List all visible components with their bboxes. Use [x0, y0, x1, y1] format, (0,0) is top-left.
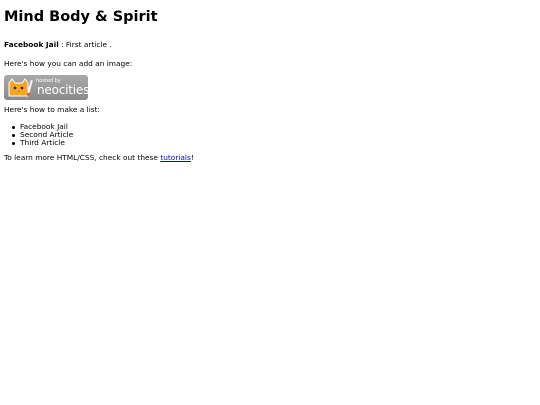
intro-bold-title: Facebook Jail — [4, 40, 59, 49]
image-instruction-text: Here's how you can add an image: — [4, 59, 133, 68]
footer-prefix-text: To learn more HTML/CSS, check out these — [4, 153, 161, 162]
footer-suffix-text: ! — [190, 153, 194, 162]
intro-rest-text: : First article . — [58, 40, 112, 49]
list-instruction-text: Here's how to make a list: — [4, 105, 100, 114]
list-item: Second Article — [12, 131, 536, 139]
footer-paragraph: To learn more HTML/CSS, check out these … — [4, 153, 536, 163]
badge-neocities-text: neocities — [37, 83, 88, 97]
neocities-cat-icon — [8, 78, 33, 97]
page-body: Mind Body & Spirit Facebook Jail : First… — [0, 0, 540, 163]
neocities-badge[interactable]: hosted by neocities — [4, 75, 88, 100]
tutorials-link[interactable]: tutorials — [160, 153, 191, 162]
list-item: Third Article — [12, 139, 536, 147]
article-list: Facebook Jail Second Article Third Artic… — [4, 123, 536, 147]
intro-paragraph: Facebook Jail : First article . — [4, 40, 536, 50]
hosted-by-badge-container: hosted by neocities — [4, 75, 536, 100]
list-item: Facebook Jail — [12, 123, 536, 131]
page-title: Mind Body & Spirit — [4, 9, 158, 25]
